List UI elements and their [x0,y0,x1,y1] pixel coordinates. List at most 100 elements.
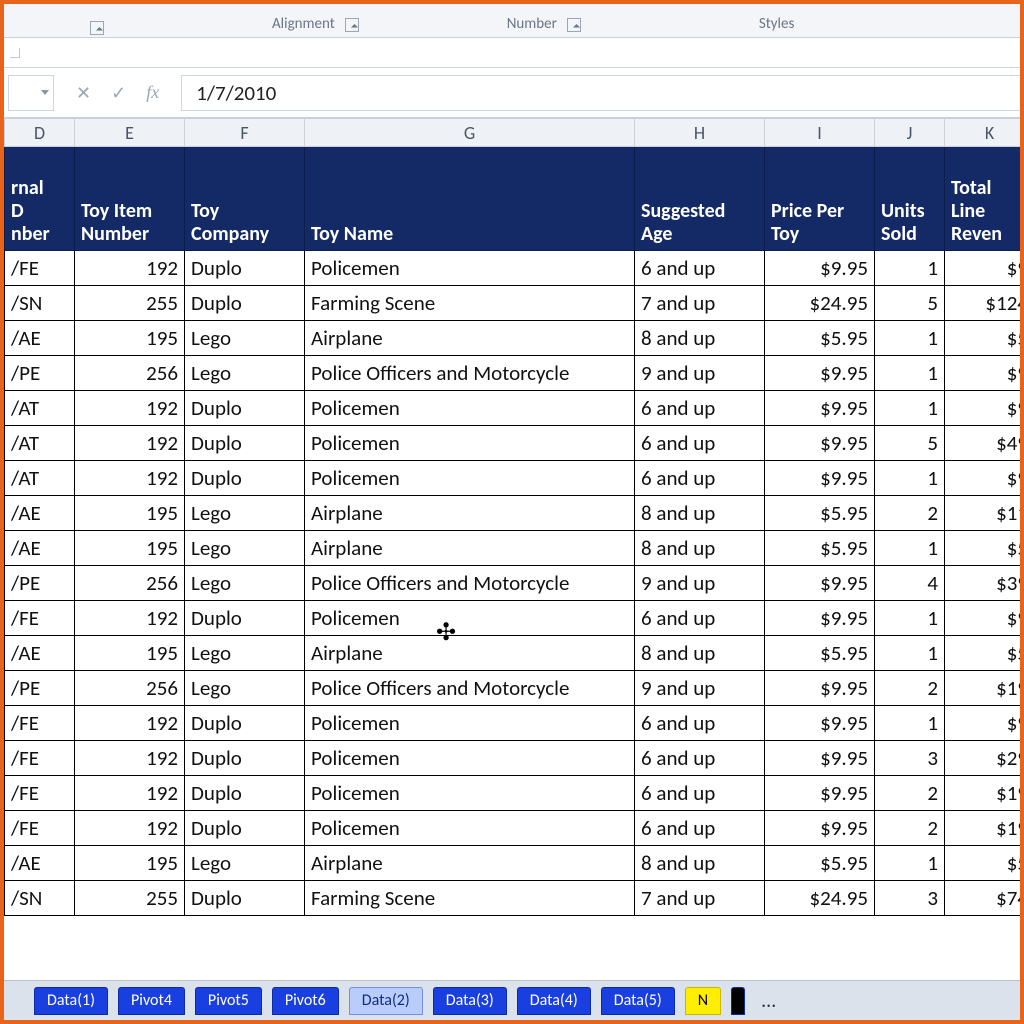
cell[interactable]: $9.95 [765,356,875,391]
cell[interactable]: Policemen [305,391,635,426]
cell[interactable]: $39 [945,566,1021,601]
cell[interactable]: $5.95 [765,321,875,356]
cell[interactable]: 192 [75,706,185,741]
table-row[interactable]: /AE195LegoAirplane8 and up$5.951$5 [5,321,1021,356]
cell[interactable]: $5 [945,636,1021,671]
table-row[interactable]: /AE195LegoAirplane8 and up$5.952$11 [5,496,1021,531]
th-suggested-age[interactable]: Suggested Age [635,147,765,251]
sheet-tab[interactable]: Pivot4 [118,987,185,1015]
cell[interactable]: $9 [945,391,1021,426]
worksheet-grid[interactable]: D E F G H I J K rnalDnber Toy Item Numbe… [4,118,1020,980]
cell[interactable]: 3 [875,741,945,776]
cell[interactable]: 195 [75,531,185,566]
cell[interactable]: 1 [875,706,945,741]
cell[interactable]: 7 and up [635,881,765,916]
cell[interactable]: /AT [5,461,75,496]
cell[interactable]: 256 [75,566,185,601]
cell[interactable]: 192 [75,391,185,426]
cell[interactable]: Police Officers and Motorcycle [305,356,635,391]
cell[interactable]: $9 [945,356,1021,391]
cell[interactable]: Policemen [305,426,635,461]
table-row[interactable]: /AE195LegoAirplane8 and up$5.951$5 [5,636,1021,671]
cell[interactable]: Duplo [185,741,305,776]
cell[interactable]: 6 and up [635,776,765,811]
cell[interactable]: 1 [875,461,945,496]
col-header[interactable]: E [75,119,185,147]
cell[interactable]: 256 [75,356,185,391]
cell[interactable]: /SN [5,286,75,321]
cell[interactable]: 2 [875,671,945,706]
cell[interactable]: $5.95 [765,846,875,881]
cell[interactable]: /AE [5,636,75,671]
cell[interactable]: 7 and up [635,286,765,321]
cell[interactable]: 9 and up [635,566,765,601]
cell[interactable]: /AT [5,391,75,426]
dialog-launcher-icon[interactable] [567,18,581,32]
cell[interactable]: 6 and up [635,741,765,776]
cell[interactable]: $9.95 [765,776,875,811]
cell[interactable]: $9 [945,706,1021,741]
cell[interactable]: 256 [75,671,185,706]
cell[interactable]: 8 and up [635,846,765,881]
sheet-tab[interactable]: N [685,987,721,1015]
cell[interactable]: 192 [75,426,185,461]
cell[interactable]: Farming Scene [305,881,635,916]
cell[interactable]: $9.95 [765,741,875,776]
sheet-tab[interactable]: Data(2) [349,987,423,1015]
cell[interactable]: /SN [5,881,75,916]
col-header[interactable]: D [5,119,75,147]
cell[interactable]: 1 [875,531,945,566]
cell[interactable]: /FE [5,776,75,811]
cell[interactable]: 8 and up [635,636,765,671]
table-row[interactable]: /AE195LegoAirplane8 and up$5.951$5 [5,531,1021,566]
cell[interactable]: $5 [945,531,1021,566]
cell[interactable]: 192 [75,251,185,286]
cell[interactable]: $9.95 [765,391,875,426]
cell[interactable]: Airplane [305,846,635,881]
cell[interactable]: 255 [75,286,185,321]
cell[interactable]: /FE [5,741,75,776]
table-row[interactable]: /PE256LegoPolice Officers and Motorcycle… [5,566,1021,601]
cell[interactable]: Duplo [185,426,305,461]
cell[interactable]: /AE [5,321,75,356]
cell[interactable]: 6 and up [635,426,765,461]
cell[interactable]: $19 [945,811,1021,846]
cell[interactable]: Policemen [305,461,635,496]
table-row[interactable]: /FE192DuploPolicemen6 and up$9.952$19 [5,811,1021,846]
table-row[interactable]: /SN255DuploFarming Scene7 and up$24.953$… [5,881,1021,916]
cell[interactable]: Police Officers and Motorcycle [305,671,635,706]
cell[interactable]: Duplo [185,391,305,426]
cell[interactable]: Lego [185,356,305,391]
cell[interactable]: 2 [875,776,945,811]
cell[interactable]: 6 and up [635,251,765,286]
cell[interactable]: $5.95 [765,636,875,671]
col-header[interactable]: J [875,119,945,147]
cell[interactable]: /FE [5,251,75,286]
cell[interactable]: /FE [5,601,75,636]
cell[interactable]: $24.95 [765,881,875,916]
sheet-tab[interactable] [731,987,745,1015]
cell[interactable]: Farming Scene [305,286,635,321]
cell[interactable]: 1 [875,846,945,881]
sheet-tab[interactable]: Data(3) [433,987,507,1015]
dialog-launcher-icon[interactable] [345,18,359,32]
cell[interactable]: $24.95 [765,286,875,321]
col-header[interactable]: G [305,119,635,147]
cell[interactable]: $9 [945,251,1021,286]
cell[interactable]: $49 [945,426,1021,461]
dialog-launcher-icon[interactable] [90,21,104,35]
cell[interactable]: $9 [945,601,1021,636]
cell[interactable]: 1 [875,391,945,426]
cell[interactable]: 192 [75,601,185,636]
cell[interactable]: $9.95 [765,811,875,846]
cell[interactable]: /FE [5,706,75,741]
cell[interactable]: Duplo [185,251,305,286]
cell[interactable]: Lego [185,636,305,671]
cell[interactable]: Airplane [305,321,635,356]
cell[interactable]: Duplo [185,706,305,741]
cell[interactable]: 1 [875,636,945,671]
cell[interactable]: /PE [5,356,75,391]
col-header[interactable]: H [635,119,765,147]
cell[interactable]: Duplo [185,811,305,846]
table-row[interactable]: /FE192DuploPolicemen6 and up$9.952$19 [5,776,1021,811]
